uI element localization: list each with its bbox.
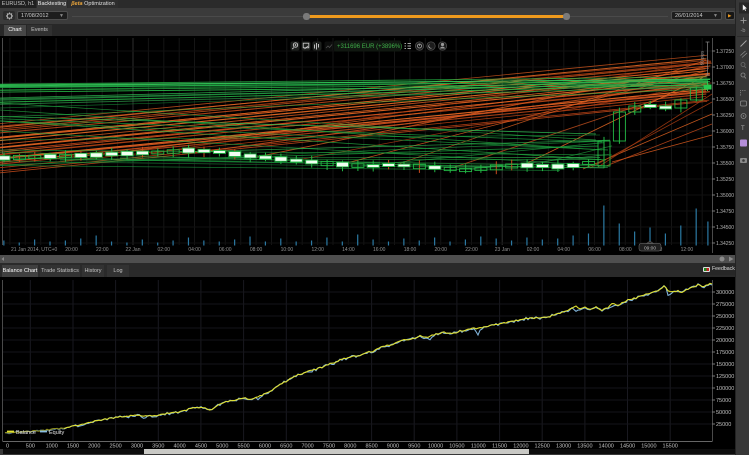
svg-text:1.34250: 1.34250 [716,241,734,247]
svg-text:16:00: 16:00 [373,247,386,253]
svg-text:1.36000: 1.36000 [716,129,734,135]
svg-text:25000: 25000 [716,422,731,428]
svg-text:20:00: 20:00 [434,247,447,253]
svg-text:12:00: 12:00 [311,247,324,253]
svg-text:1.35250: 1.35250 [716,177,734,183]
svg-text:22:00: 22:00 [96,247,109,253]
svg-text:02:00: 02:00 [158,247,171,253]
svg-text:04:00: 04:00 [188,247,201,253]
svg-text:02:00: 02:00 [527,247,540,253]
svg-text:22 Jan: 22 Jan [125,247,140,253]
svg-text:09:00: 09:00 [644,245,656,251]
svg-text:75000: 75000 [716,398,731,404]
svg-text:23 Jan: 23 Jan [495,247,510,253]
svg-text:08:00: 08:00 [250,247,263,253]
svg-text:-b: -b [741,28,746,34]
svg-text:Balance: Balance [16,430,36,436]
svg-text:06:00: 06:00 [219,247,232,253]
svg-text:250000: 250000 [716,314,734,320]
svg-text:Equity: Equity [49,430,65,436]
svg-text:1.36750: 1.36750 [716,81,734,87]
svg-text:T: T [741,126,745,132]
svg-text:04:00: 04:00 [558,247,571,253]
svg-text:175000: 175000 [716,350,734,356]
svg-text:225000: 225000 [716,326,734,332]
svg-text:300000: 300000 [716,290,734,296]
svg-text:20:00: 20:00 [65,247,78,253]
svg-text:18:00: 18:00 [404,247,417,253]
svg-text:275000: 275000 [716,302,734,308]
svg-text:1.35750: 1.35750 [716,145,734,151]
svg-text:1.34750: 1.34750 [716,209,734,215]
svg-text:1.34500: 1.34500 [716,225,734,231]
svg-text:125000: 125000 [716,374,734,380]
svg-text:1.37250: 1.37250 [716,49,734,55]
svg-text:12:00: 12:00 [681,247,694,253]
svg-text:+311696 EUR (+3896%): +311696 EUR (+3896%) [337,44,402,50]
svg-text:1.35000: 1.35000 [716,193,734,199]
svg-text:10:00: 10:00 [281,247,294,253]
svg-text:150000: 150000 [716,362,734,368]
svg-text:50 pips: 50 pips [700,50,705,65]
svg-text:14:00: 14:00 [342,247,355,253]
svg-text:100000: 100000 [716,386,734,392]
svg-text:06:00: 06:00 [588,247,601,253]
svg-text:22:00: 22:00 [465,247,478,253]
svg-text:21 Jan 2014, UTC+0: 21 Jan 2014, UTC+0 [11,247,57,253]
svg-text:200000: 200000 [716,338,734,344]
svg-text:1.36500: 1.36500 [716,97,734,103]
svg-text:1.37000: 1.37000 [716,65,734,71]
svg-text:50000: 50000 [716,410,731,416]
svg-text:1.35500: 1.35500 [716,161,734,167]
svg-text:1.36250: 1.36250 [716,113,734,119]
svg-text:08:00: 08:00 [619,247,632,253]
